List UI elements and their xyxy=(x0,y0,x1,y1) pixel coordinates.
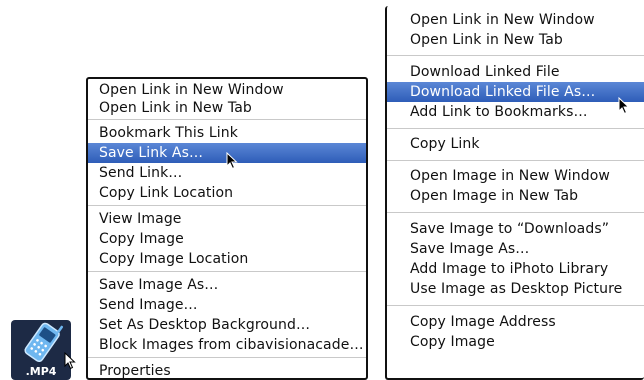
menu-separator xyxy=(387,128,644,129)
context-menu-left: Open Link in New Window Open Link in New… xyxy=(86,77,368,380)
menu-item-open-link-new-tab[interactable]: Open Link in New Tab xyxy=(88,98,366,118)
menu-item-save-image-as[interactable]: Save Image As… xyxy=(387,239,644,259)
menu-item-set-desktop-background[interactable]: Set As Desktop Background… xyxy=(88,315,366,335)
menu-separator xyxy=(88,205,366,206)
menu-item-block-images[interactable]: Block Images from cibavisionacade… xyxy=(88,335,366,355)
menu-item-download-linked-file-as[interactable]: Download Linked File As… xyxy=(387,82,644,102)
menu-item-add-image-iphoto[interactable]: Add Image to iPhoto Library xyxy=(387,259,644,279)
mouse-cursor-icon xyxy=(618,97,630,115)
menu-item-save-image-as[interactable]: Save Image As… xyxy=(88,275,366,295)
mouse-cursor-icon xyxy=(226,152,238,170)
menu-item-copy-link[interactable]: Copy Link xyxy=(387,134,644,154)
mp4-file-icon[interactable]: .MP4 xyxy=(11,320,71,380)
menu-item-copy-image[interactable]: Copy Image xyxy=(387,332,644,352)
menu-item-send-image[interactable]: Send Image… xyxy=(88,295,366,315)
menu-item-open-image-new-tab[interactable]: Open Image in New Tab xyxy=(387,186,644,206)
menu-item-save-image-downloads[interactable]: Save Image to “Downloads” xyxy=(387,219,644,239)
menu-item-copy-link-location[interactable]: Copy Link Location xyxy=(88,183,366,203)
menu-separator xyxy=(387,212,644,213)
menu-item-copy-image-location[interactable]: Copy Image Location xyxy=(88,249,366,269)
mouse-cursor-icon xyxy=(64,352,76,370)
menu-separator xyxy=(387,305,644,306)
menu-separator xyxy=(88,271,366,272)
menu-separator xyxy=(88,119,366,120)
menu-separator xyxy=(387,160,644,161)
menu-item-view-image[interactable]: View Image xyxy=(88,209,366,229)
menu-item-open-link-new-window[interactable]: Open Link in New Window xyxy=(387,10,644,30)
menu-item-open-image-new-window[interactable]: Open Image in New Window xyxy=(387,166,644,186)
menu-item-open-link-new-tab[interactable]: Open Link in New Tab xyxy=(387,30,644,50)
menu-item-bookmark-link[interactable]: Bookmark This Link xyxy=(88,123,366,143)
menu-item-use-image-desktop-picture[interactable]: Use Image as Desktop Picture xyxy=(387,279,644,299)
menu-item-download-linked-file[interactable]: Download Linked File xyxy=(387,62,644,82)
context-menu-right: Open Link in New Window Open Link in New… xyxy=(385,6,644,380)
menu-item-open-link-new-window[interactable]: Open Link in New Window xyxy=(88,80,366,100)
file-extension-label: .MP4 xyxy=(25,365,57,378)
menu-item-properties[interactable]: Properties xyxy=(88,361,366,378)
menu-item-copy-image[interactable]: Copy Image xyxy=(88,229,366,249)
menu-item-add-link-bookmarks[interactable]: Add Link to Bookmarks… xyxy=(387,102,644,122)
menu-separator xyxy=(88,357,366,358)
menu-item-copy-image-address[interactable]: Copy Image Address xyxy=(387,312,644,332)
menu-separator xyxy=(387,55,644,56)
